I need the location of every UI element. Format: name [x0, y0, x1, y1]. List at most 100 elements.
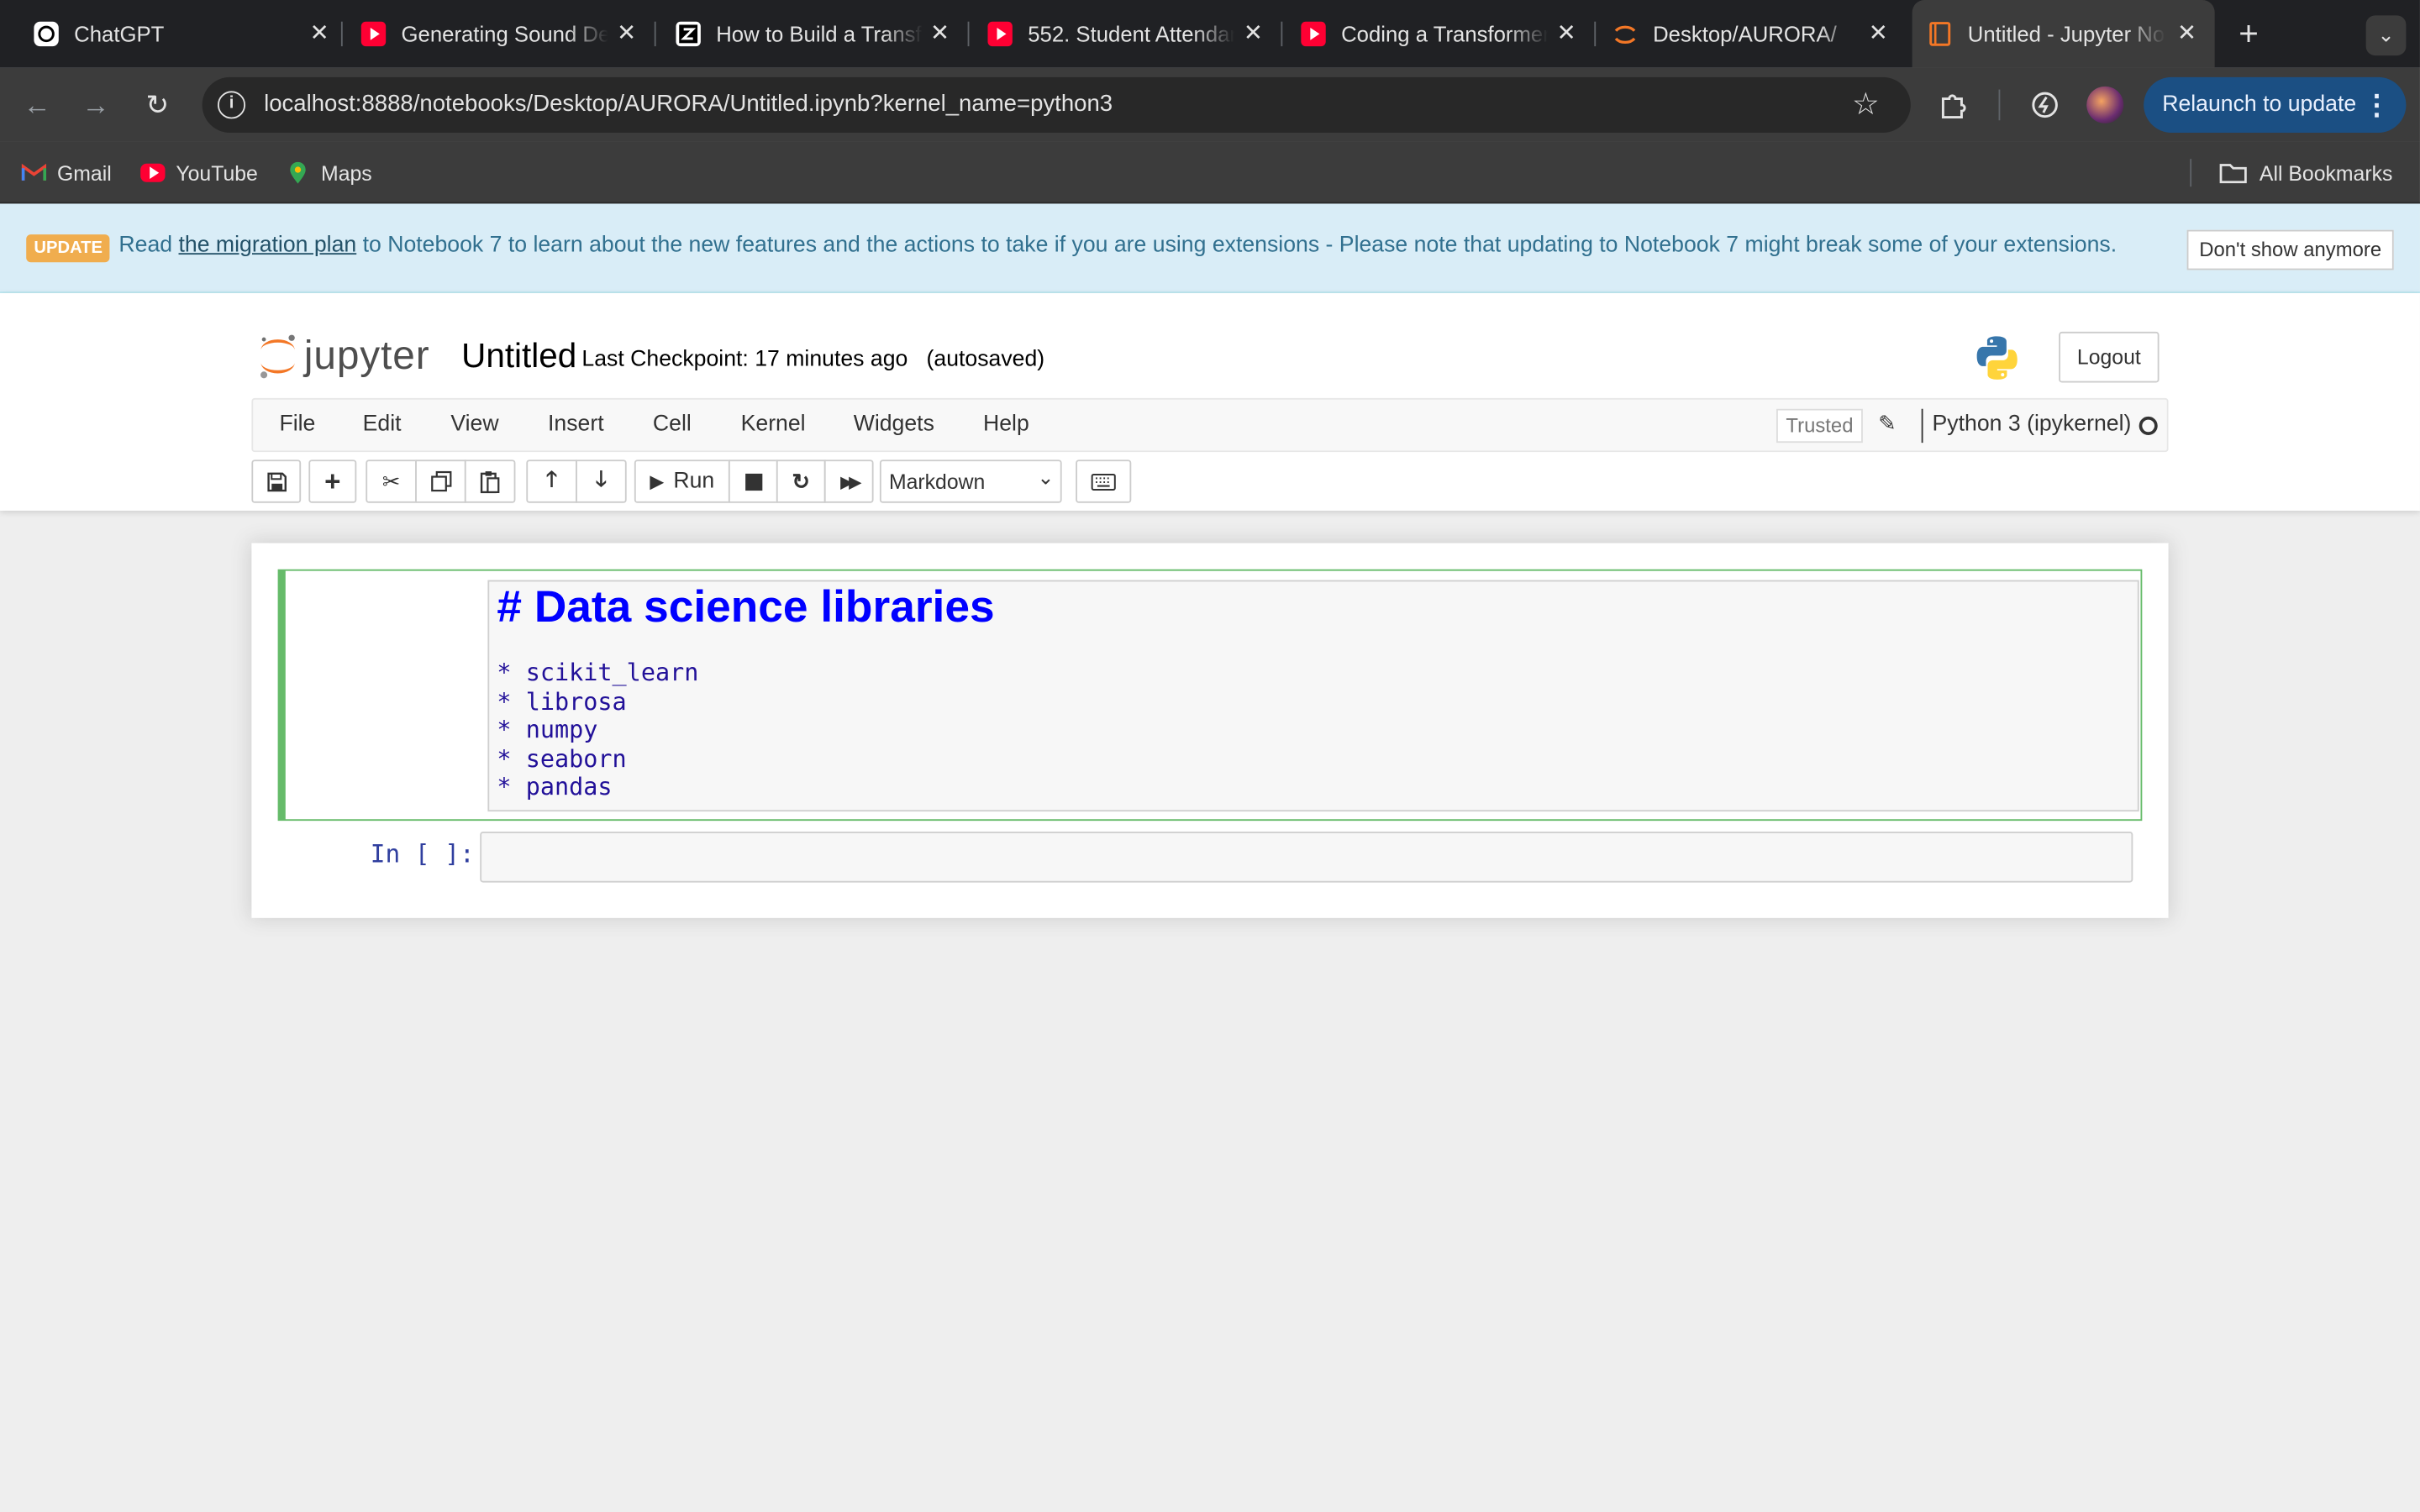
tab-coding-transformer[interactable]: Coding a Transformer ✕: [1301, 0, 1581, 68]
notebook-title[interactable]: Untitled: [461, 336, 576, 376]
edit-pencil-icon[interactable]: ✎: [1878, 411, 1897, 437]
menu-widgets[interactable]: Widgets: [854, 412, 934, 436]
trusted-indicator[interactable]: Trusted: [1776, 408, 1863, 444]
copy-button[interactable]: [415, 459, 466, 503]
tab-title: 552. Student Attendance: [1028, 21, 1234, 47]
tab-build-transformer[interactable]: How to Build a Transformer ✕: [676, 0, 955, 68]
menu-file[interactable]: File: [279, 412, 315, 436]
bookmark-maps[interactable]: Maps: [286, 157, 372, 188]
tab-divider: [967, 21, 970, 47]
extensions-icon[interactable]: [1939, 90, 1970, 121]
interrupt-button[interactable]: [728, 459, 778, 503]
tab-divider: [1281, 21, 1283, 47]
bookmark-label: Gmail: [56, 160, 112, 185]
arrow-down-icon: 🡓: [595, 465, 608, 491]
restart-button[interactable]: ↻: [776, 459, 826, 503]
bookmark-label: Maps: [321, 160, 372, 185]
close-tab-icon[interactable]: ✕: [1551, 18, 1582, 50]
menu-cell[interactable]: Cell: [653, 412, 692, 436]
tab-desktop-aurora[interactable]: Desktop/AURORA/ ✕: [1612, 0, 1893, 68]
reload-icon[interactable]: ↻: [139, 87, 176, 123]
bookmarks-bar: Gmail YouTube Maps All Bookmarks: [0, 141, 2420, 204]
close-tab-icon[interactable]: ✕: [304, 18, 335, 50]
markdown-list-item: * numpy: [497, 716, 598, 744]
menu-edit[interactable]: Edit: [363, 412, 402, 436]
copy-icon: [430, 470, 451, 492]
logout-button[interactable]: Logout: [2059, 331, 2160, 383]
folder-icon: [2217, 160, 2249, 185]
update-banner: UPDATE Read the migration plan to Notebo…: [0, 203, 2420, 293]
dont-show-anymore-button[interactable]: Don't show anymore: [2186, 229, 2394, 270]
save-button[interactable]: [251, 459, 302, 503]
more-menu-icon[interactable]: ⋮: [2363, 77, 2391, 133]
checkpoint-status: Last Checkpoint: 17 minutes ago (autosav…: [581, 347, 1045, 372]
tab-search-icon[interactable]: ⌄: [2365, 15, 2407, 56]
site-info-icon[interactable]: i: [217, 91, 246, 119]
stop-icon: [744, 472, 762, 491]
insert-cell-button[interactable]: +: [308, 459, 357, 503]
paste-icon: [480, 470, 500, 493]
url-text: localhost:8888/notebooks/Desktop/AURORA/…: [264, 91, 1113, 118]
command-palette-button[interactable]: [1076, 459, 1132, 503]
bookmarks-divider: [2190, 159, 2192, 187]
all-bookmarks[interactable]: All Bookmarks: [2217, 157, 2392, 188]
menu-insert[interactable]: Insert: [548, 412, 604, 436]
chatgpt-icon: [34, 21, 59, 47]
kernel-status-icon: [2139, 416, 2158, 435]
restart-run-all-button[interactable]: ▶▶: [823, 459, 874, 503]
performance-icon[interactable]: [2029, 90, 2060, 121]
relaunch-label: Relaunch to update: [2162, 92, 2357, 118]
toolbar-divider: [1998, 89, 2001, 121]
markdown-editor[interactable]: # Data science libraries * scikit_learn …: [487, 580, 2139, 812]
back-icon[interactable]: ←: [18, 87, 55, 123]
cell-type-value: Markdown: [888, 470, 986, 494]
bookmark-youtube[interactable]: YouTube: [140, 157, 258, 188]
menu-help[interactable]: Help: [983, 412, 1029, 436]
paste-button[interactable]: [464, 459, 516, 503]
plus-icon: +: [324, 465, 341, 496]
menu-kernel[interactable]: Kernel: [741, 412, 806, 436]
address-bar[interactable]: i localhost:8888/notebooks/Desktop/AUROR…: [202, 76, 1911, 133]
run-label: Run: [673, 469, 715, 494]
run-button[interactable]: ▶ Run: [634, 459, 730, 503]
tab-divider: [1594, 21, 1597, 47]
close-tab-icon[interactable]: ✕: [611, 18, 642, 50]
close-tab-icon[interactable]: ✕: [1238, 18, 1269, 50]
cell-type-select[interactable]: Markdown ⌄: [879, 459, 1062, 503]
tab-youtube-sound-design[interactable]: Generating Sound Design ✕: [360, 0, 642, 68]
banner-text-before: Read: [118, 233, 179, 258]
cut-button[interactable]: ✂: [366, 459, 417, 503]
menu-view[interactable]: View: [450, 412, 498, 436]
move-down-button[interactable]: 🡓: [576, 459, 627, 503]
tab-divider: [340, 21, 343, 47]
new-tab-icon[interactable]: +: [2230, 14, 2267, 52]
bookmark-gmail[interactable]: Gmail: [21, 157, 112, 188]
all-bookmarks-label: All Bookmarks: [2259, 160, 2393, 185]
tab-title: Generating Sound Design: [401, 21, 608, 47]
kernel-name[interactable]: Python 3 (ipykernel): [1933, 412, 2132, 436]
markdown-list-item: * scikit_learn: [497, 659, 699, 687]
gmail-icon: [21, 160, 47, 185]
close-tab-icon[interactable]: ✕: [2171, 18, 2202, 50]
code-cell-editor[interactable]: [480, 831, 2133, 883]
banner-message: Read the migration plan to Notebook 7 to…: [118, 233, 2117, 257]
arrow-up-icon: 🡑: [545, 465, 558, 491]
jupyter-logo[interactable]: jupyter: [258, 332, 430, 380]
close-tab-icon[interactable]: ✕: [924, 18, 955, 50]
tab-chatgpt[interactable]: ChatGPT ✕: [34, 0, 334, 68]
relaunch-button[interactable]: Relaunch to update ⋮: [2144, 76, 2407, 133]
profile-avatar[interactable]: [2086, 86, 2124, 123]
bookmark-star-icon[interactable]: ☆: [1852, 85, 1880, 123]
tab-student-attendance[interactable]: 552. Student Attendance ✕: [987, 0, 1268, 68]
tab-title: How to Build a Transformer: [716, 21, 923, 47]
markdown-cell[interactable]: # Data science libraries * scikit_learn …: [277, 569, 2143, 822]
fast-forward-icon: ▶▶: [840, 472, 862, 491]
tab-untitled-notebook[interactable]: Untitled - Jupyter Notebook ✕: [1912, 0, 2215, 68]
move-up-button[interactable]: 🡑: [526, 459, 577, 503]
forward-icon[interactable]: →: [77, 87, 114, 123]
close-tab-icon[interactable]: ✕: [1863, 18, 1894, 50]
keyboard-icon: [1091, 473, 1116, 491]
notebook-icon: [1928, 22, 1952, 46]
youtube-icon: [987, 21, 1013, 47]
migration-plan-link[interactable]: the migration plan: [179, 233, 357, 257]
